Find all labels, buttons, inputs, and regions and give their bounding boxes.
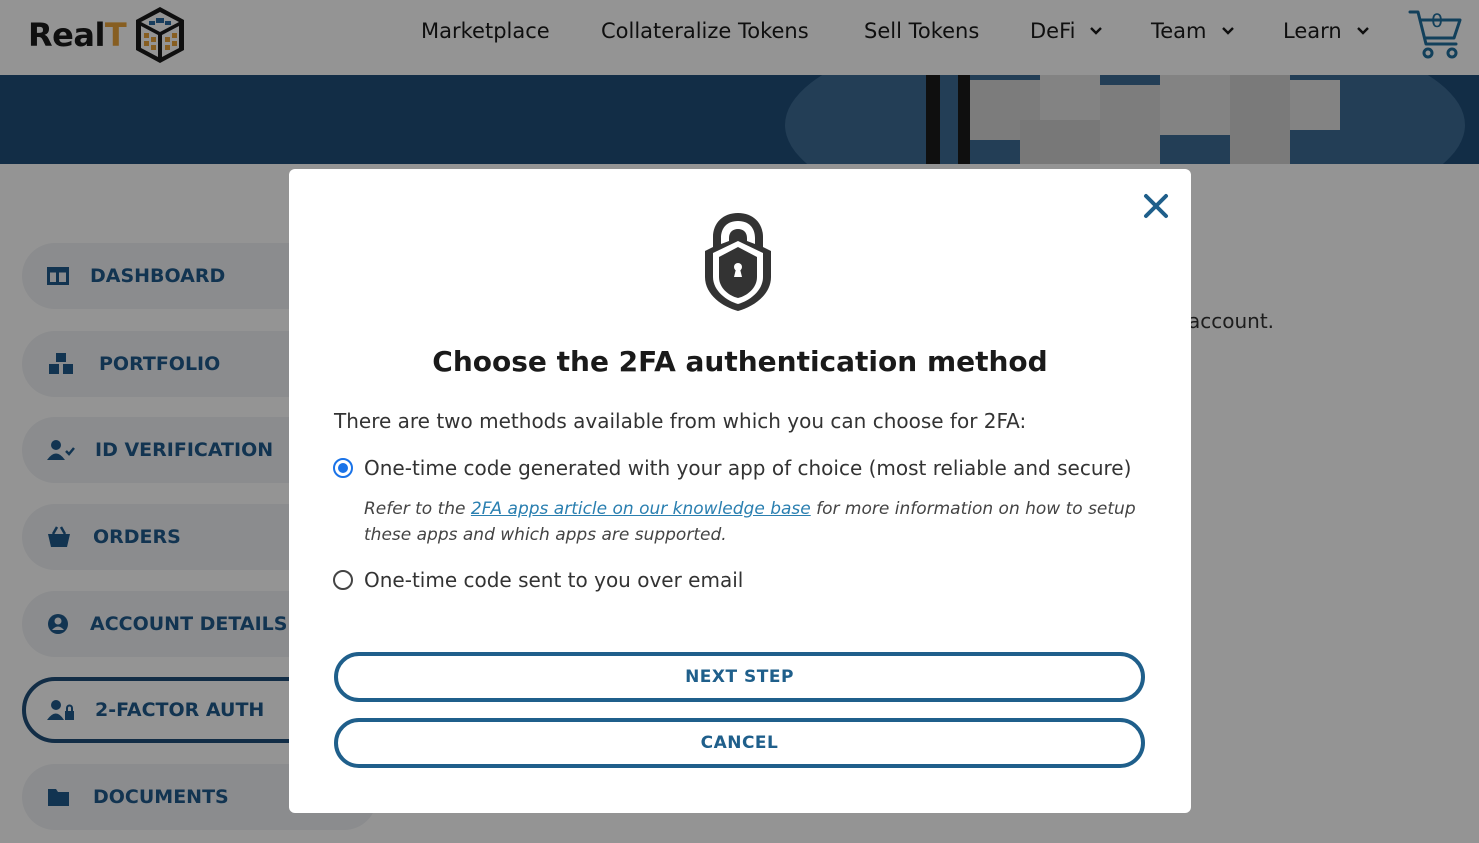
modal-intro: There are two methods available from whi… <box>334 409 1027 433</box>
radio-authenticator-app[interactable] <box>333 458 353 478</box>
next-step-button[interactable]: NEXT STEP <box>334 652 1145 702</box>
2fa-method-modal: Choose the 2FA authentication method The… <box>289 169 1191 813</box>
close-icon[interactable] <box>1141 191 1171 221</box>
knowledge-base-link[interactable]: 2FA apps article on our knowledge base <box>471 499 811 519</box>
cancel-button[interactable]: CANCEL <box>334 718 1145 768</box>
option-email-label: One-time code sent to you over email <box>364 568 744 592</box>
shield-lock-icon <box>705 213 771 311</box>
modal-title: Choose the 2FA authentication method <box>432 345 1048 378</box>
radio-email[interactable] <box>333 570 353 590</box>
option-note: Refer to the 2FA apps article on our kno… <box>364 499 1136 545</box>
option-authenticator-app[interactable]: One-time code generated with your app of… <box>333 456 1131 480</box>
option-authenticator-app-label: One-time code generated with your app of… <box>364 456 1132 480</box>
option-email[interactable]: One-time code sent to you over email <box>333 568 743 592</box>
